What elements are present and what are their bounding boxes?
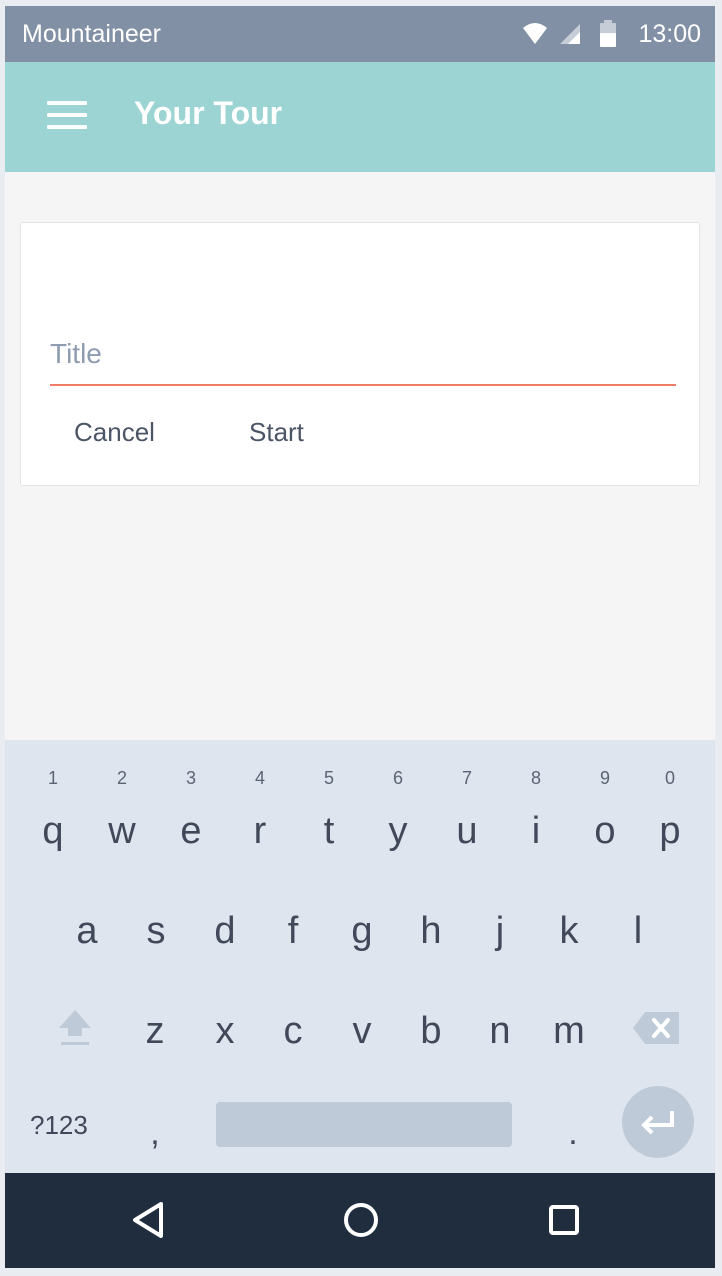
title-input[interactable]: [50, 331, 676, 377]
key-y[interactable]: 6y: [368, 768, 428, 866]
wifi-icon: [523, 23, 547, 44]
key-f[interactable]: f: [263, 896, 323, 966]
battery-icon: [600, 20, 616, 47]
cancel-button[interactable]: Cancel: [74, 417, 155, 448]
home-icon[interactable]: [339, 1198, 383, 1242]
back-icon[interactable]: [125, 1198, 169, 1242]
key-w[interactable]: 2w: [92, 768, 152, 866]
key-a[interactable]: a: [57, 896, 117, 966]
soft-keyboard: 1q 2w 3e 4r 5t 6y 7u 8i 9o 0p a s d f g …: [5, 740, 715, 1173]
status-bar: Mountaineer 13:00: [5, 6, 715, 62]
menu-icon[interactable]: [47, 99, 89, 131]
backspace-icon[interactable]: [631, 1010, 681, 1046]
key-q[interactable]: 1q: [23, 768, 83, 866]
key-m[interactable]: m: [539, 996, 599, 1066]
page-title: Your Tour: [134, 95, 283, 131]
recents-icon[interactable]: [542, 1198, 586, 1242]
key-d[interactable]: d: [195, 896, 255, 966]
key-i[interactable]: 8i: [506, 768, 566, 866]
key-x[interactable]: x: [195, 996, 255, 1066]
key-comma[interactable]: ,: [125, 1098, 185, 1168]
key-v[interactable]: v: [332, 996, 392, 1066]
signal-icon: [560, 24, 580, 44]
key-r[interactable]: 4r: [230, 768, 290, 866]
key-g[interactable]: g: [332, 896, 392, 966]
key-o[interactable]: 9o: [575, 768, 635, 866]
key-t[interactable]: 5t: [299, 768, 359, 866]
key-h[interactable]: h: [401, 896, 461, 966]
key-l[interactable]: l: [608, 896, 668, 966]
symbols-key[interactable]: ?123: [30, 1110, 88, 1141]
key-n[interactable]: n: [470, 996, 530, 1066]
title-input-underline: [50, 384, 676, 386]
navigation-bar: [5, 1173, 715, 1268]
key-c[interactable]: c: [263, 996, 323, 1066]
key-j[interactable]: j: [470, 896, 530, 966]
status-app-name: Mountaineer: [22, 20, 161, 48]
start-button[interactable]: Start: [249, 417, 304, 448]
key-p[interactable]: 0p: [640, 768, 700, 866]
key-u[interactable]: 7u: [437, 768, 497, 866]
new-tour-card: Cancel Start: [20, 222, 700, 486]
status-time: 13:00: [638, 20, 701, 48]
space-key[interactable]: [216, 1102, 512, 1147]
enter-key[interactable]: [622, 1086, 694, 1158]
key-period[interactable]: .: [543, 1098, 603, 1168]
key-b[interactable]: b: [401, 996, 461, 1066]
key-k[interactable]: k: [539, 896, 599, 966]
key-z[interactable]: z: [125, 996, 185, 1066]
app-bar: Your Tour: [5, 62, 715, 172]
key-e[interactable]: 3e: [161, 768, 221, 866]
shift-icon[interactable]: [57, 1008, 93, 1048]
screen: Mountaineer 13:00 Your Tour Cancel Start: [5, 6, 715, 1268]
enter-icon: [641, 1111, 674, 1135]
key-s[interactable]: s: [126, 896, 186, 966]
